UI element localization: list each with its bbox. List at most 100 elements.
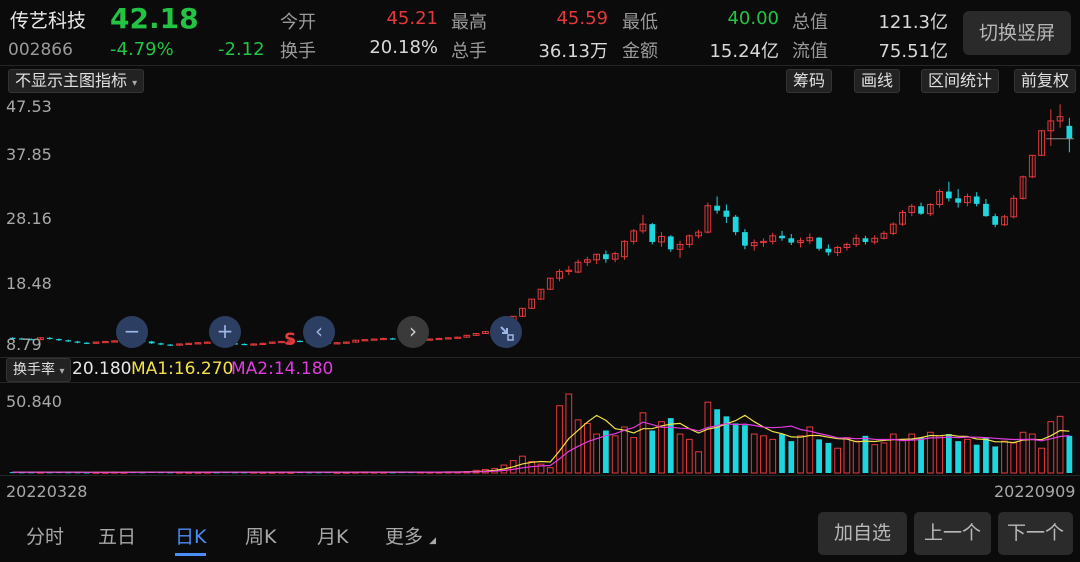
- zoom-in-button[interactable]: +: [209, 316, 241, 348]
- turnover-bar: [658, 421, 665, 474]
- sub-indicator-select[interactable]: 换手率 ▾: [6, 358, 72, 382]
- turnover-bar: [1001, 440, 1008, 474]
- tab-five-day[interactable]: 五日: [98, 522, 136, 549]
- tab-more[interactable]: 更多 ◢: [385, 522, 436, 549]
- turnover-bar: [630, 437, 638, 474]
- candle: [964, 193, 971, 207]
- turnover-bar: [852, 440, 860, 474]
- candle: [546, 277, 554, 290]
- turnover-bar: [973, 444, 980, 473]
- turnover-bar: [1066, 435, 1073, 473]
- y-label-2: 37.85: [6, 145, 52, 164]
- zoom-out-button[interactable]: −: [116, 316, 148, 348]
- turnover-bar: [750, 433, 758, 474]
- candle: [788, 233, 795, 246]
- turnover-bar: [583, 422, 591, 474]
- turnover-bar: [871, 444, 879, 474]
- candle: [732, 214, 739, 236]
- tab-monthly-k[interactable]: 月K: [317, 522, 348, 549]
- candle: [556, 268, 563, 282]
- candle: [370, 338, 378, 341]
- candle: [862, 235, 869, 245]
- forward-adjust-button[interactable]: 前复权: [1014, 69, 1077, 93]
- candle: [685, 234, 693, 248]
- change-percent: -4.79%: [110, 39, 174, 60]
- candle: [74, 340, 81, 344]
- main-indicator-select[interactable]: 不显示主图指标 ▾: [8, 69, 145, 93]
- corner-arrow-icon: ◢: [429, 536, 436, 546]
- tab-weekly-k[interactable]: 周K: [245, 522, 276, 549]
- current-price: 42.18: [110, 2, 199, 35]
- turnover-bar: [983, 437, 989, 473]
- quote-label: 换手: [280, 41, 316, 62]
- candle: [389, 337, 396, 340]
- quote-label: 流值: [792, 41, 828, 62]
- turnover-bar: [964, 438, 971, 474]
- candle: [352, 339, 359, 343]
- turnover-chart[interactable]: [0, 383, 1080, 475]
- stock-name: 传艺科技: [10, 10, 87, 32]
- turnover-bar: [918, 437, 924, 473]
- candle: [936, 189, 943, 208]
- fullscreen-button[interactable]: [490, 316, 522, 348]
- turnover-bar: [769, 438, 777, 474]
- next-stock-button[interactable]: 下一个: [998, 512, 1073, 555]
- turnover-value: 20.180: [72, 359, 132, 379]
- candle: [176, 343, 183, 346]
- candle: [769, 232, 777, 245]
- main-indicator-label: 不显示主图指标: [15, 71, 128, 90]
- chips-button[interactable]: 筹码: [786, 69, 833, 93]
- turnover-bar: [806, 426, 814, 474]
- candle: [852, 234, 860, 247]
- tab-daily-k[interactable]: 日K: [175, 522, 206, 549]
- candle: [565, 265, 573, 276]
- candle: [185, 342, 193, 346]
- sell-marker: S: [284, 330, 297, 350]
- turnover-bar: [1056, 415, 1064, 474]
- switch-portrait-button[interactable]: 切换竖屏: [963, 11, 1071, 55]
- turnover-bar: [667, 418, 674, 473]
- candle: [676, 240, 684, 258]
- panel-divider: [0, 475, 1080, 476]
- turnover-bar: [742, 425, 748, 473]
- y-label-bottom: 8.79: [6, 335, 42, 354]
- range-stats-button[interactable]: 区间统计: [921, 69, 1000, 93]
- candle: [537, 288, 545, 300]
- candle: [297, 340, 303, 343]
- candle: [825, 244, 832, 256]
- candle: [667, 235, 674, 252]
- turnover-bar: [732, 423, 739, 473]
- turnover-bar: [843, 437, 851, 474]
- candle: [593, 253, 600, 265]
- scroll-right-button[interactable]: ›: [397, 316, 429, 348]
- candle: [1066, 117, 1073, 153]
- candle: [945, 181, 952, 202]
- tab-more-label: 更多: [385, 526, 424, 548]
- turnover-bar: [621, 426, 628, 474]
- candle: [918, 202, 924, 215]
- turnover-bar: [1019, 431, 1027, 474]
- add-watchlist-button[interactable]: 加自选: [818, 512, 907, 555]
- quote-value: 75.51亿: [878, 41, 948, 62]
- candlestick-chart[interactable]: [0, 94, 1080, 356]
- quote-value: 45.59: [556, 8, 608, 29]
- previous-stock-button[interactable]: 上一个: [914, 512, 991, 555]
- ma2-label: MA2:14.180: [231, 359, 334, 379]
- turnover-bar: [899, 438, 906, 474]
- candle: [203, 341, 211, 344]
- ma1-label: MA1:16.270: [131, 359, 234, 379]
- candle: [899, 210, 906, 226]
- turnover-bar: [714, 409, 720, 473]
- tab-intraday[interactable]: 分时: [26, 522, 64, 549]
- candle: [797, 237, 804, 248]
- candle: [816, 237, 822, 251]
- quote-value: 121.3亿: [878, 12, 948, 33]
- candle: [472, 332, 480, 336]
- candle: [333, 342, 341, 345]
- turnover-bar: [788, 441, 795, 473]
- candle: [779, 230, 785, 241]
- scroll-left-button[interactable]: ‹: [303, 316, 335, 348]
- candle: [658, 232, 665, 247]
- ma2-line: [12, 421, 1070, 473]
- draw-line-button[interactable]: 画线: [854, 69, 901, 93]
